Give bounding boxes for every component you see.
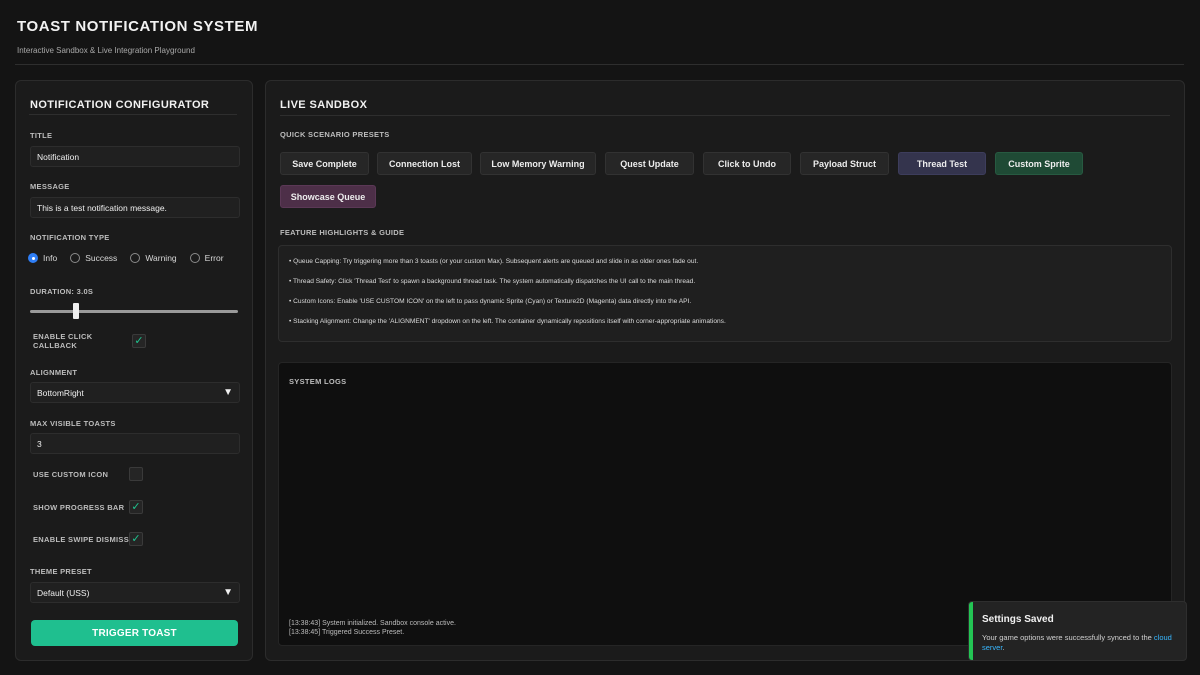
- radio-error-label: Error: [204, 253, 224, 263]
- app-header: TOAST NOTIFICATION SYSTEM Interactive Sa…: [17, 18, 258, 55]
- preset-click-to-undo-button[interactable]: Click to Undo: [703, 152, 791, 175]
- toast-notification[interactable]: Settings Saved Your game options were su…: [968, 601, 1187, 661]
- configurator-panel: NOTIFICATION CONFIGURATOR TITLE Notifica…: [15, 80, 253, 661]
- app-subtitle: Interactive Sandbox & Live Integration P…: [17, 46, 195, 55]
- radio-success[interactable]: Success: [70, 253, 117, 263]
- max-visible-input[interactable]: 3: [30, 433, 240, 454]
- toast-body-text: Your game options were successfully sync…: [982, 633, 1152, 642]
- check-icon: ✓: [131, 500, 141, 513]
- progress-bar-row: SHOW PROGRESS BAR ✓: [33, 500, 143, 514]
- theme-preset-label: THEME PRESET: [30, 567, 92, 576]
- trigger-toast-button[interactable]: TRIGGER TOAST: [31, 620, 238, 646]
- title-input[interactable]: Notification: [30, 146, 240, 167]
- radio-warning[interactable]: Warning: [130, 253, 177, 263]
- guide-item: • Thread Safety: Click 'Thread Test' to …: [289, 278, 696, 285]
- app-title: TOAST NOTIFICATION SYSTEM: [17, 18, 259, 35]
- system-logs-label: SYSTEM LOGS: [289, 377, 347, 386]
- theme-preset-select[interactable]: Default (USS) ▼: [30, 582, 240, 603]
- preset-showcase-queue-button[interactable]: Showcase Queue: [280, 185, 376, 208]
- message-input[interactable]: This is a test notification message.: [30, 197, 240, 218]
- radio-success-dot[interactable]: [70, 253, 81, 263]
- preset-save-complete-button[interactable]: Save Complete: [280, 152, 369, 175]
- radio-info-label: Info: [43, 253, 58, 263]
- feature-guide-box: • Queue Capping: Try triggering more tha…: [278, 245, 1172, 342]
- log-line: [13:38:45] Triggered Success Preset.: [289, 629, 405, 636]
- duration-label: DURATION: 3.0s: [30, 287, 94, 296]
- radio-info-dot[interactable]: [28, 253, 38, 263]
- preset-thread-test-button[interactable]: Thread Test: [898, 152, 986, 175]
- alignment-value: BottomRight: [37, 387, 84, 398]
- sandbox-heading: LIVE SANDBOX: [280, 99, 368, 111]
- click-callback-row: ENABLE CLICK CALLBACK ✓: [33, 332, 146, 350]
- click-callback-checkbox[interactable]: ✓: [132, 334, 146, 348]
- custom-icon-checkbox[interactable]: [129, 467, 143, 481]
- header-divider: [15, 64, 1184, 65]
- progress-bar-checkbox[interactable]: ✓: [129, 500, 143, 514]
- notification-type-label: NOTIFICATION TYPE: [30, 233, 110, 242]
- presets-label: QUICK SCENARIO PRESETS: [280, 130, 390, 139]
- radio-error-dot[interactable]: [189, 253, 200, 263]
- duration-slider-track[interactable]: [30, 310, 238, 313]
- guide-item: • Custom Icons: Enable 'USE CUSTOM ICON'…: [289, 298, 692, 305]
- title-label: TITLE: [30, 131, 53, 140]
- toast-accent-bar: [969, 602, 973, 660]
- toast-body: Your game options were successfully sync…: [982, 633, 1178, 652]
- configurator-heading: NOTIFICATION CONFIGURATOR: [30, 99, 210, 111]
- duration-slider-thumb[interactable]: [72, 303, 79, 319]
- dropdown-arrow-icon: ▼: [223, 387, 233, 398]
- custom-icon-label: USE CUSTOM ICON: [33, 469, 109, 479]
- alignment-select[interactable]: BottomRight ▼: [30, 382, 240, 403]
- notification-type-radio-group: Info Success Warning Error: [28, 253, 237, 263]
- radio-success-label: Success: [85, 253, 118, 263]
- progress-bar-label: SHOW PROGRESS BAR: [33, 502, 125, 512]
- guide-item: • Stacking Alignment: Change the 'ALIGNM…: [289, 318, 726, 325]
- radio-warning-dot[interactable]: [130, 253, 141, 263]
- radio-warning-label: Warning: [145, 253, 177, 263]
- preset-payload-struct-button[interactable]: Payload Struct: [800, 152, 889, 175]
- log-line: [13:38:43] System initialized. Sandbox c…: [289, 620, 456, 627]
- click-callback-label: ENABLE CLICK CALLBACK: [33, 332, 93, 350]
- sandbox-heading-divider: [280, 115, 1170, 116]
- preset-low-memory-warning-button[interactable]: Low Memory Warning: [480, 152, 596, 175]
- toast-title: Settings Saved: [982, 614, 1054, 625]
- theme-preset-value: Default (USS): [37, 587, 90, 598]
- preset-custom-sprite-button[interactable]: Custom Sprite: [995, 152, 1083, 175]
- configurator-heading-divider: [29, 114, 237, 115]
- toast-body-tail: .: [1002, 642, 1005, 652]
- preset-quest-update-button[interactable]: Quest Update: [605, 152, 694, 175]
- log-lines: [13:38:43] System initialized. Sandbox c…: [289, 619, 456, 637]
- radio-error[interactable]: Error: [189, 253, 224, 263]
- swipe-dismiss-row: ENABLE SWIPE DISMISS ✓: [33, 532, 143, 546]
- max-visible-label: MAX VISIBLE TOASTS: [30, 419, 116, 428]
- swipe-dismiss-label: ENABLE SWIPE DISMISS: [33, 534, 130, 544]
- custom-icon-row: USE CUSTOM ICON: [33, 467, 143, 481]
- check-icon: ✓: [134, 334, 144, 347]
- swipe-dismiss-checkbox[interactable]: ✓: [129, 532, 143, 546]
- dropdown-arrow-icon: ▼: [223, 587, 233, 598]
- guide-item: • Queue Capping: Try triggering more tha…: [289, 258, 699, 265]
- message-label: MESSAGE: [30, 182, 70, 191]
- check-icon: ✓: [131, 532, 141, 545]
- radio-info[interactable]: Info: [28, 253, 57, 263]
- preset-connection-lost-button[interactable]: Connection Lost: [377, 152, 472, 175]
- alignment-label: ALIGNMENT: [30, 368, 78, 377]
- guide-label: FEATURE HIGHLIGHTS & GUIDE: [280, 228, 405, 237]
